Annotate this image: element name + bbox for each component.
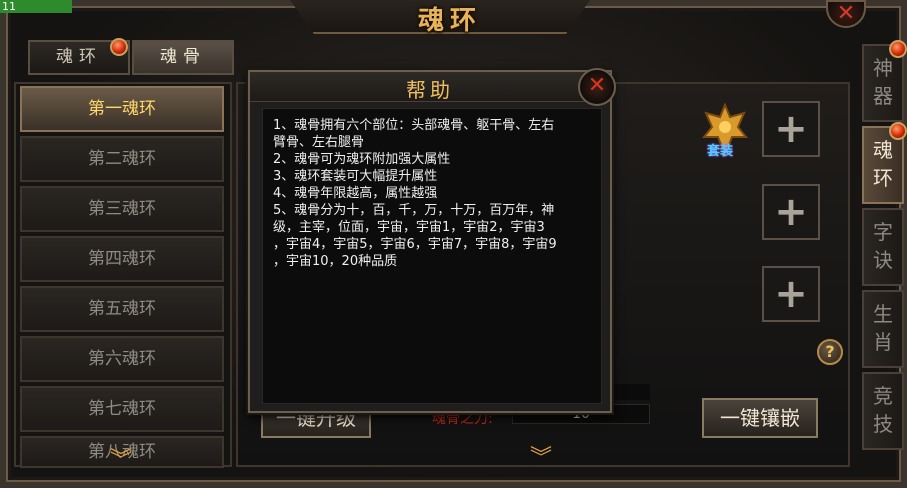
tab-soul-bone[interactable]: 魂骨 <box>132 40 234 75</box>
bone-slot-add-button[interactable]: + <box>762 266 820 322</box>
ring-list-item[interactable]: 第七魂环 <box>20 386 224 432</box>
ring-list-item[interactable]: 第三魂环 <box>20 186 224 232</box>
bone-slot-add-button[interactable]: + <box>762 101 820 157</box>
sidebar-item-formula[interactable]: 字诀 <box>862 208 904 286</box>
sidebar-item-zodiac[interactable]: 生肖 <box>862 290 904 368</box>
help-text-line: ，宇宙10，20种品质 <box>273 254 398 269</box>
window-title: 魂环 <box>417 6 482 36</box>
help-dialog-body: 1、魂骨拥有六个部位：头部魂骨、躯干骨、左右 臂骨、左右腿骨 2、魂骨可为魂环附… <box>262 108 602 404</box>
help-question-icon[interactable]: ? <box>817 339 843 365</box>
notification-dot-icon <box>889 40 907 58</box>
ring-list-item[interactable]: 第五魂环 <box>20 286 224 332</box>
one-click-inlay-button[interactable]: 一键镶嵌 <box>702 398 818 438</box>
fps-counter: 11 <box>0 0 72 13</box>
ring-list-item[interactable]: 第一魂环 <box>20 86 224 132</box>
help-dialog-title: 帮助 <box>406 78 454 102</box>
scroll-down-chevron-icon[interactable]: ︾ <box>110 450 132 472</box>
help-text-line: 4、魂骨年限越高，属性越强 <box>273 186 438 201</box>
bone-slot-add-button[interactable]: + <box>762 184 820 240</box>
help-text-line: 5、魂骨分为十，百，千，万，十万，百万年，神 <box>273 203 555 218</box>
ring-list-item[interactable]: 第二魂环 <box>20 136 224 182</box>
ring-list-item[interactable]: 第六魂环 <box>20 336 224 382</box>
help-dialog-close-button[interactable]: ✕ <box>578 68 616 106</box>
scroll-down-chevron-icon[interactable]: ︾ <box>530 448 552 470</box>
notification-dot-icon <box>110 38 128 56</box>
help-text-line: 1、魂骨拥有六个部位：头部魂骨、躯干骨、左右 <box>273 118 555 133</box>
notification-dot-icon <box>889 122 907 140</box>
help-text-line: 3、魂环套装可大幅提升属性 <box>273 169 438 184</box>
help-text-line: 臂骨、左右腿骨 <box>273 135 365 150</box>
help-text-line: 级，主宰，位面，宇宙，宇宙1，宇宙2，宇宙3 <box>273 220 545 235</box>
help-text-line: 2、魂骨可为魂环附加强大属性 <box>273 152 451 167</box>
suit-label: 套装 <box>707 144 734 159</box>
sidebar-item-arena[interactable]: 竞技 <box>862 372 904 450</box>
help-text-line: ，宇宙4，宇宙5，宇宙6，宇宙7，宇宙8，宇宙9 <box>273 237 557 252</box>
ring-list-item[interactable]: 第四魂环 <box>20 236 224 282</box>
